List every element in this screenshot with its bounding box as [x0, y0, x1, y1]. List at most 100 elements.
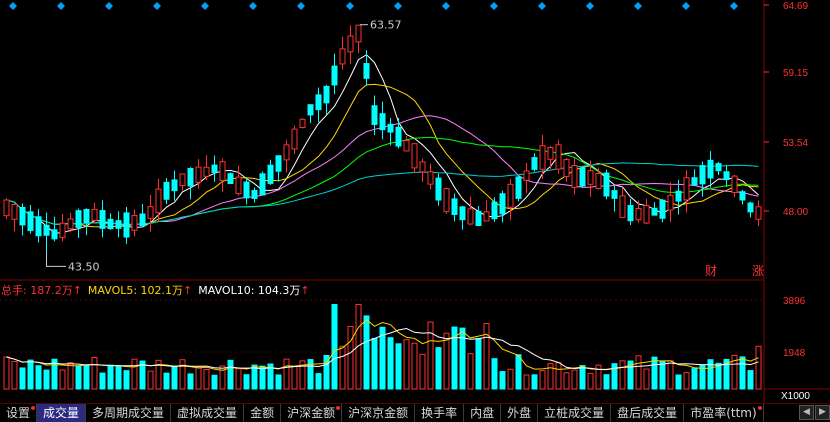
candle-body	[555, 144, 562, 170]
candle-body	[707, 159, 714, 179]
volume-bar	[131, 358, 138, 390]
tab-scroll-left-button[interactable]: ◀	[799, 405, 814, 420]
volume-bar	[619, 360, 626, 390]
event-marker-icon	[297, 2, 305, 10]
tab-11[interactable]: 盘后成交量	[611, 404, 685, 422]
candle-body	[619, 195, 626, 218]
tab-8[interactable]: 内盘	[464, 404, 502, 422]
volume-bar	[75, 365, 82, 390]
volume-bar	[419, 353, 426, 390]
volume-bar	[275, 374, 282, 390]
volume-legend: 总手: 187.2万↑ MAVOL5: 102.1万↑ MAVOL10: 104.3…	[1, 283, 310, 297]
legend-mavol10: MAVOL10: 104.3万	[198, 284, 300, 297]
volume-bar	[235, 368, 242, 390]
volume-bar	[123, 370, 130, 390]
candle-body	[411, 143, 418, 169]
volume-bar	[587, 372, 594, 390]
candle-body	[203, 166, 210, 177]
candle-body	[275, 155, 282, 172]
candle-body	[387, 123, 394, 133]
price-axis-label: 64.69	[783, 1, 808, 12]
tab-scroll-right-button[interactable]: ▶	[815, 405, 830, 420]
tab-9[interactable]: 外盘	[501, 404, 539, 422]
candle-body	[43, 224, 50, 236]
candle-body	[67, 218, 74, 230]
candle-body	[715, 163, 722, 172]
candle-body	[427, 171, 434, 185]
event-marker-icon	[538, 2, 546, 10]
event-marker-icon	[682, 2, 690, 10]
candle-body	[235, 176, 242, 195]
volume-bar	[667, 360, 674, 390]
volume-bar	[491, 358, 498, 390]
candle-body	[267, 164, 274, 184]
tab-6[interactable]: 沪深京金额	[342, 404, 416, 422]
candle-body	[307, 104, 314, 116]
candle-body	[211, 164, 218, 173]
event-marker-icon	[105, 2, 113, 10]
volume-bar	[187, 373, 194, 390]
event-marker-icon	[201, 2, 209, 10]
volume-bar	[403, 339, 410, 390]
volume-bar	[531, 374, 538, 390]
kline-chart[interactable]: 64.69 59.15 53.54 48.00 3896 1948 X1000 63.57 43…	[0, 0, 830, 403]
volume-bar	[683, 372, 690, 390]
candle-body	[315, 94, 322, 111]
candle-body	[755, 206, 762, 220]
volume-bar	[347, 326, 354, 390]
candle-body	[363, 63, 370, 79]
tab-5[interactable]: 沪深金额	[281, 404, 343, 422]
candle-body	[475, 210, 482, 227]
volume-bar	[499, 371, 506, 390]
tab-3[interactable]: 虚拟成交量	[171, 404, 245, 422]
candle-body	[291, 128, 298, 150]
tab-12[interactable]: 市盈率(ttm)	[684, 404, 764, 422]
volume-bar	[107, 364, 114, 390]
event-marker-icon	[490, 2, 498, 10]
candle-body	[675, 190, 682, 202]
candle-body	[627, 205, 634, 222]
volume-bar	[227, 359, 234, 390]
candle-body	[499, 193, 506, 215]
volume-bar	[435, 347, 442, 390]
candle-body	[195, 166, 202, 183]
candle-body	[699, 165, 706, 185]
candle-body	[83, 208, 90, 224]
volume-bar	[603, 374, 610, 390]
candle-body	[723, 171, 730, 181]
tab-0[interactable]: 设置	[0, 404, 38, 422]
volume-bar	[83, 365, 90, 390]
event-marker-icon	[346, 2, 354, 10]
tab-1[interactable]: 成交量	[37, 404, 87, 422]
candle-body	[459, 206, 466, 221]
candle-body	[75, 210, 82, 228]
candle-body	[379, 113, 386, 131]
candle-body	[651, 207, 658, 216]
candle-body	[115, 220, 122, 229]
candle-body	[131, 214, 138, 231]
candle-body	[139, 213, 146, 227]
candle-body	[451, 198, 458, 216]
volume-bar	[715, 362, 722, 390]
event-marker-icon	[394, 2, 402, 10]
volume-bar	[179, 359, 186, 390]
volume-bar	[691, 368, 698, 390]
volume-bar	[11, 360, 18, 390]
candle-body	[571, 165, 578, 188]
volume-bar	[427, 321, 434, 390]
candle-body	[603, 172, 610, 197]
candle-body	[187, 168, 194, 187]
candle-body	[643, 205, 650, 224]
volume-axis-label: 1948	[783, 348, 806, 359]
candle-body	[259, 173, 266, 196]
event-marker-icon	[153, 2, 161, 10]
candle-body	[635, 208, 642, 221]
tab-7[interactable]: 换手率	[415, 404, 465, 422]
tab-4[interactable]: 金额	[244, 404, 282, 422]
tab-10[interactable]: 立桩成交量	[538, 404, 612, 422]
candle-body	[683, 177, 690, 201]
volume-bar	[411, 342, 418, 390]
volume-bar	[675, 374, 682, 390]
volume-bar	[387, 337, 394, 390]
tab-2[interactable]: 多周期成交量	[86, 404, 172, 422]
